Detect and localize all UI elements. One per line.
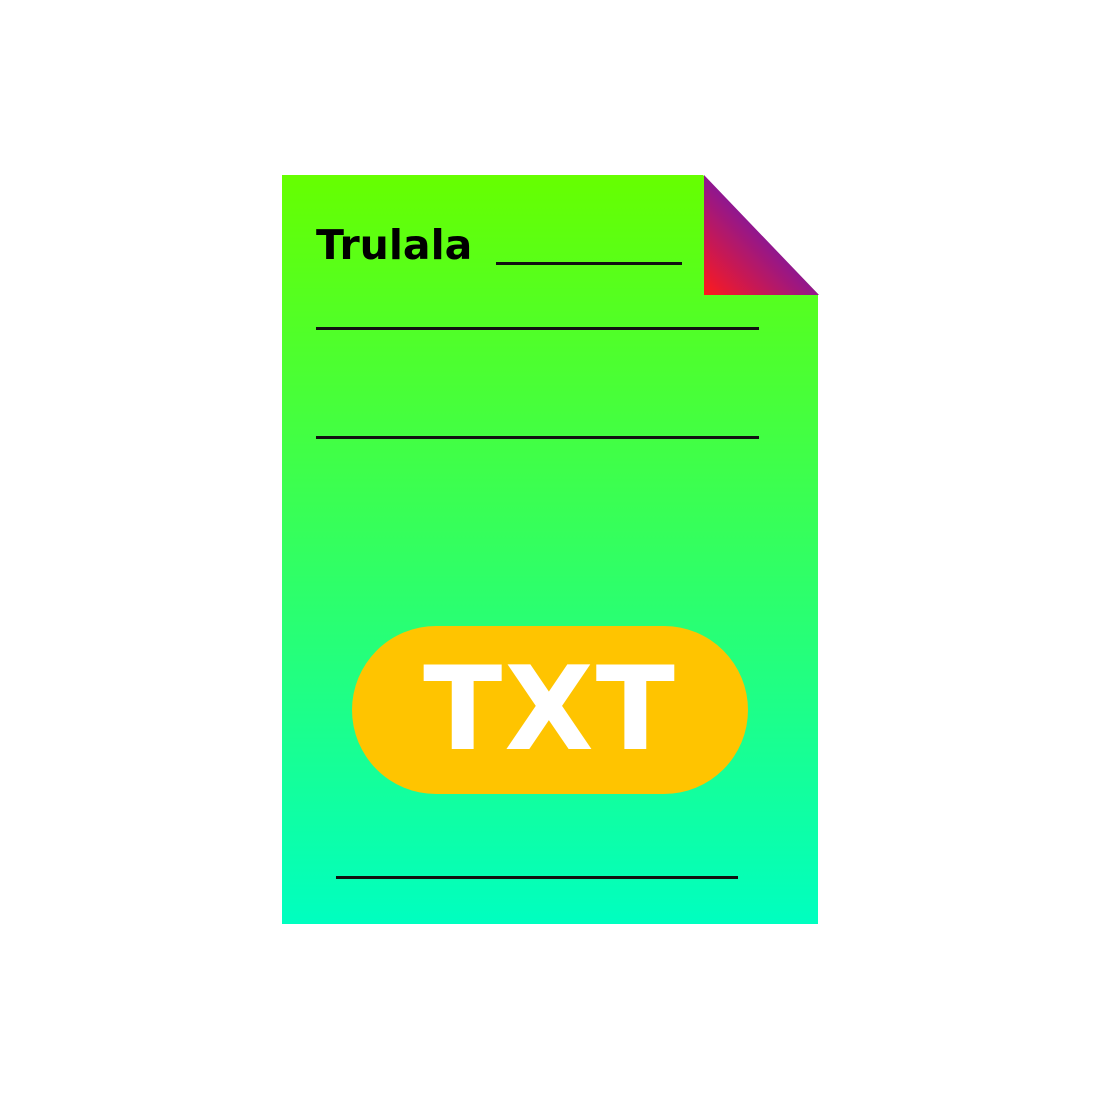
page-fold-corner — [704, 175, 819, 295]
text-line — [316, 327, 759, 330]
document-title: Trulala — [316, 221, 473, 269]
title-underline — [496, 262, 682, 265]
text-line — [336, 876, 738, 879]
canvas: Trulala TXT — [0, 0, 1099, 1099]
file-type-badge: TXT — [352, 626, 748, 794]
txt-file-icon: Trulala TXT — [282, 175, 819, 924]
text-line — [316, 436, 759, 439]
file-type-label: TXT — [423, 642, 677, 777]
